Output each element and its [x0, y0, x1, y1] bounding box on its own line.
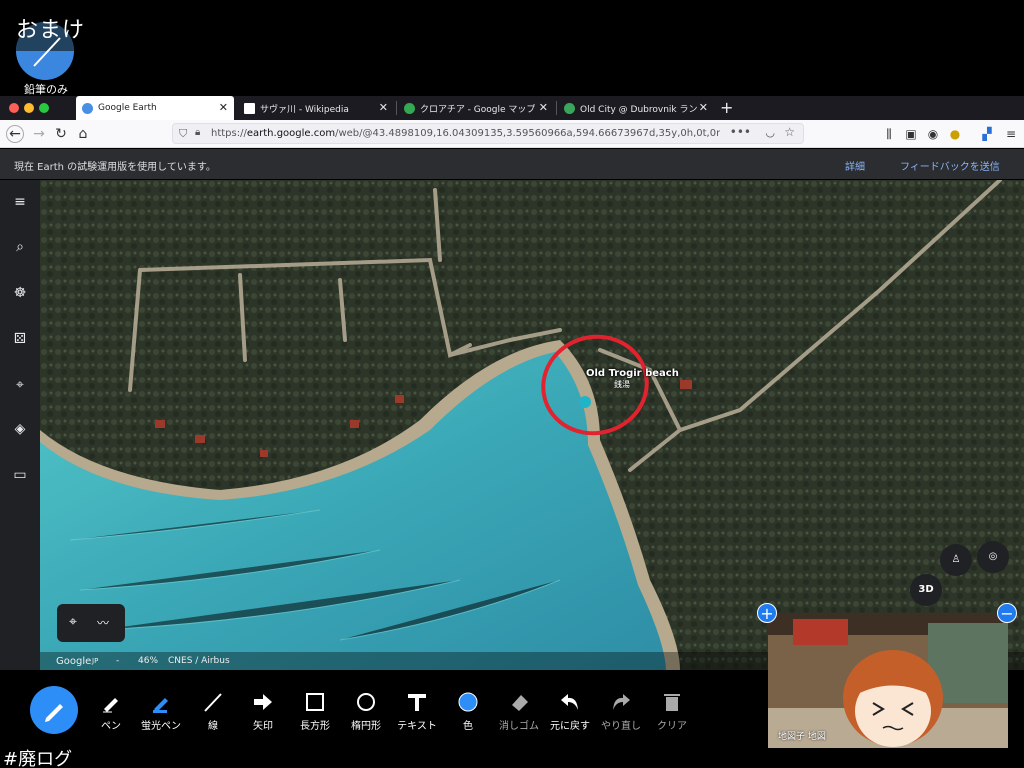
undo-icon — [561, 694, 578, 710]
color-tool[interactable]: 色 — [443, 690, 493, 732]
new-tab-button[interactable]: + — [720, 98, 733, 117]
highlighter-tool[interactable]: 蛍光ペン — [136, 690, 186, 732]
draw-path-icon[interactable]: 〰 — [97, 614, 109, 631]
notice-message: 現在 Earth の試験運用版を使用しています。 — [14, 162, 216, 173]
hamburger-menu-icon[interactable]: ≡ — [11, 193, 29, 211]
pocket-icon[interactable]: ◡ — [765, 126, 775, 139]
undo-tool[interactable]: 元に戻す — [545, 690, 595, 732]
3d-toggle-button[interactable]: 3D — [910, 574, 942, 606]
extensions-puzzle-icon[interactable]: ▞ — [978, 125, 996, 143]
mode-label: 鉛筆のみ — [24, 83, 68, 96]
tab-google-earth[interactable]: Google Earth ✕ — [76, 96, 234, 120]
ellipse-icon — [357, 693, 375, 711]
clear-tool[interactable]: クリア — [647, 690, 697, 732]
ellipse-tool[interactable]: 楕円形 — [341, 690, 391, 732]
map-layers-icon[interactable]: ◈ — [11, 420, 29, 438]
satellite-map-view[interactable]: Old Trogir beach 銭湯 ⌖ 〰 3D ♙ ◎ Google JP… — [40, 180, 1024, 670]
overlay-title: おまけ — [16, 18, 86, 43]
wikipedia-icon — [244, 102, 255, 114]
forward-arrow-icon[interactable]: → — [30, 125, 48, 143]
bookmark-star-icon[interactable]: ☆ — [784, 125, 795, 139]
webcam-feed — [768, 613, 1008, 748]
zoom-level: 46% — [138, 656, 159, 666]
details-link[interactable]: 詳細 — [845, 158, 865, 173]
eraser-tool[interactable]: 消しゴム — [494, 690, 544, 732]
close-window-icon[interactable] — [9, 103, 19, 113]
line-icon — [204, 693, 222, 712]
lock-icon: 🔒︎ — [195, 127, 201, 138]
map-tools-panel: ⌖ 〰 — [57, 604, 125, 642]
google-logo-suffix: JP — [92, 657, 99, 665]
redo-tool[interactable]: やり直し — [596, 690, 646, 732]
url-bar[interactable]: ⛉ 🔒︎ https://earth.google.com/web/@43.48… — [172, 123, 804, 144]
google-earth-icon — [82, 102, 93, 114]
screen: おまけ 鉛筆のみ Google Earth ✕ サヴァ川 - Wikipedia… — [0, 0, 1024, 768]
close-tab-icon[interactable]: ✕ — [379, 101, 388, 114]
arrow-icon — [254, 694, 272, 710]
menu-icon[interactable]: ≡ — [1002, 125, 1020, 143]
voyager-wheel-icon[interactable]: ☸ — [11, 284, 29, 302]
minimize-window-icon[interactable] — [24, 103, 34, 113]
my-location-icon[interactable]: ◎ — [977, 541, 1009, 573]
satellite-imagery — [40, 180, 1024, 670]
home-icon[interactable]: ⌂ — [74, 125, 92, 143]
photo-marker-icon — [579, 396, 591, 408]
back-arrow-icon[interactable]: ← — [6, 125, 24, 143]
library-icon[interactable]: ⫼ — [880, 125, 898, 143]
webcam-label: 地図子 地図 — [778, 732, 826, 742]
tab-old-city-dubrovnik[interactable]: Old City @ Dubrovnik ランニン ✕ — [558, 96, 714, 120]
close-tab-icon[interactable]: ✕ — [219, 101, 228, 114]
place-name-label[interactable]: Old Trogir beach — [586, 368, 679, 379]
webcam-expand-icon[interactable]: + — [757, 603, 777, 623]
sidebar-icon[interactable]: ▣ — [902, 125, 920, 143]
redo-icon — [613, 694, 630, 710]
pen-icon — [103, 698, 118, 713]
dice-icon[interactable]: ⚄ — [11, 330, 29, 348]
google-logo: Google — [56, 656, 92, 667]
account-icon[interactable]: ◉ — [924, 125, 942, 143]
place-category-label: 銭湯 — [614, 380, 630, 389]
more-actions-icon[interactable]: ••• — [730, 125, 751, 139]
main-pen-button[interactable] — [30, 686, 78, 734]
projects-pin-icon[interactable]: ⌖ — [11, 376, 29, 394]
arrow-tool[interactable]: 矢印 — [238, 690, 288, 732]
route-icon — [564, 102, 575, 114]
tab-google-maps[interactable]: クロアチア - Google マップ ✕ — [398, 96, 554, 120]
earth-side-rail: ≡ ⌕ ☸ ⚄ ⌖ ◈ ▭ — [0, 180, 40, 670]
rectangle-icon — [306, 693, 324, 711]
imagery-credits: CNES / Airbus — [168, 656, 230, 666]
trash-icon — [664, 694, 680, 711]
add-placemark-icon[interactable]: ⌖ — [69, 614, 77, 630]
highlighter-icon — [153, 698, 168, 713]
extension-icon[interactable]: ● — [946, 125, 964, 143]
close-tab-icon[interactable]: ✕ — [699, 101, 708, 114]
rectangle-tool[interactable]: 長方形 — [290, 690, 340, 732]
text-tool[interactable]: テキスト — [392, 690, 442, 732]
shield-icon: ⛉ — [179, 127, 188, 140]
line-tool[interactable]: 線 — [188, 690, 238, 732]
ruler-icon[interactable]: ▭ — [11, 466, 29, 484]
zoom-window-icon[interactable] — [39, 103, 49, 113]
reload-icon[interactable]: ↻ — [52, 125, 70, 143]
search-icon[interactable]: ⌕ — [11, 238, 29, 256]
close-tab-icon[interactable]: ✕ — [539, 101, 548, 114]
webcam-preview: 地図子 地図 — [768, 613, 1008, 748]
eraser-icon — [512, 695, 528, 711]
color-icon — [458, 692, 478, 712]
webcam-collapse-icon[interactable]: − — [997, 603, 1017, 623]
pencil-icon — [45, 704, 63, 722]
browser-tab-bar: Google Earth ✕ サヴァ川 - Wikipedia ✕ クロアチア … — [0, 96, 1024, 120]
earth-notice-bar: 現在 Earth の試験運用版を使用しています。 詳細 フィードバックを送信 — [0, 149, 1024, 179]
google-maps-icon — [404, 102, 415, 114]
feedback-link[interactable]: フィードバックを送信 — [900, 158, 1000, 173]
tab-wikipedia[interactable]: サヴァ川 - Wikipedia ✕ — [238, 96, 394, 120]
pegman-icon[interactable]: ♙ — [940, 544, 972, 576]
text-icon — [408, 694, 426, 711]
hashtag-watermark: #廃ログ — [3, 749, 73, 768]
pen-tool[interactable]: ペン — [86, 690, 136, 732]
browser-nav-bar: ← → ↻ ⌂ ⛉ 🔒︎ https://earth.google.com/we… — [0, 120, 1024, 148]
